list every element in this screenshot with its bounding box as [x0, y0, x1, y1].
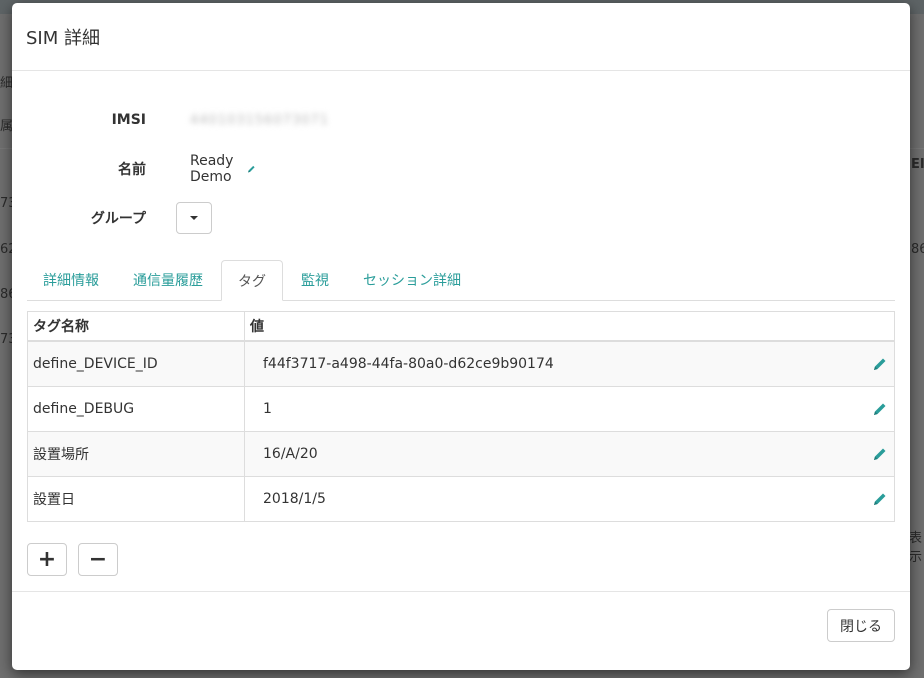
- column-header-value: 値: [244, 311, 895, 342]
- column-header-tag-name: タグ名称: [27, 311, 245, 342]
- tag-value-text: 16/A/20: [263, 446, 318, 462]
- tab-label: 通信量履歴: [133, 273, 203, 289]
- tag-value-cell: 16/A/20: [244, 431, 895, 477]
- tab-session-details[interactable]: セッション詳細: [347, 260, 477, 300]
- remove-tag-button[interactable]: −: [78, 543, 118, 576]
- table-row: define_DEBUG 1: [27, 386, 895, 432]
- tag-value-cell: f44f3717-a498-44fa-80a0-d62ce9b90174: [244, 340, 895, 387]
- edit-name-pencil-icon[interactable]: [247, 161, 256, 177]
- name-value-text: Ready Demo: [190, 153, 234, 185]
- tag-value-text: 2018/1/5: [263, 491, 326, 507]
- tag-value-text: f44f3717-a498-44fa-80a0-d62ce9b90174: [263, 356, 554, 372]
- tab-traffic-history[interactable]: 通信量履歴: [117, 260, 219, 300]
- table-row: 設置場所 16/A/20: [27, 431, 895, 477]
- group-dropdown-button[interactable]: [176, 202, 212, 234]
- tag-name-cell: 設置日: [27, 476, 245, 522]
- imsi-value-blurred: 440103156073071: [190, 112, 330, 128]
- plus-icon: +: [37, 547, 57, 572]
- group-label: グループ: [90, 211, 146, 227]
- table-row: define_DEVICE_ID f44f3717-a498-44fa-80a0…: [27, 340, 895, 387]
- tab-label: タグ: [238, 273, 266, 290]
- modal-header: SIM 詳細: [12, 3, 910, 71]
- tag-value-text: 1: [263, 401, 272, 417]
- sim-detail-modal: SIM 詳細 IMSI 440103156073071 名前 Ready Dem…: [12, 3, 910, 670]
- edit-tag-pencil-icon[interactable]: [872, 356, 888, 372]
- tag-value-cell: 1: [244, 386, 895, 432]
- background-text: EI: [911, 157, 924, 172]
- tag-value-cell: 2018/1/5: [244, 476, 895, 522]
- edit-tag-pencil-icon[interactable]: [872, 401, 888, 417]
- tag-name-cell: 設置場所: [27, 431, 245, 477]
- add-tag-button[interactable]: +: [27, 543, 67, 576]
- table-header-row: タグ名称 値: [27, 311, 895, 342]
- close-button[interactable]: 閉じる: [827, 609, 895, 642]
- name-value: Ready Demo: [190, 153, 256, 185]
- tag-name-cell: define_DEBUG: [27, 386, 245, 432]
- tag-table: タグ名称 値 define_DEVICE_ID f44f3717-a498-44…: [27, 311, 895, 522]
- edit-tag-pencil-icon[interactable]: [872, 446, 888, 462]
- tab-monitoring[interactable]: 監視: [285, 260, 345, 300]
- table-row: 設置日 2018/1/5: [27, 476, 895, 522]
- tab-label: 監視: [301, 273, 329, 289]
- detail-tabs: 詳細情報 通信量履歴 タグ 監視 セッション詳細: [27, 260, 895, 301]
- tag-name-cell: define_DEVICE_ID: [27, 340, 245, 387]
- caret-down-icon: [190, 216, 198, 220]
- imsi-value: 440103156073071: [190, 113, 329, 128]
- imsi-label: IMSI: [111, 112, 146, 128]
- tab-label: セッション詳細: [363, 273, 461, 289]
- name-label: 名前: [118, 162, 146, 178]
- background-text: 表示: [909, 531, 923, 565]
- modal-title: SIM 詳細: [26, 27, 100, 49]
- background-text: 86: [911, 242, 924, 257]
- edit-tag-pencil-icon[interactable]: [872, 491, 888, 507]
- tab-tags[interactable]: タグ: [221, 260, 283, 301]
- tab-detail-info[interactable]: 詳細情報: [27, 260, 115, 300]
- modal-footer: 閉じる: [12, 591, 910, 670]
- tab-label: 詳細情報: [43, 273, 99, 289]
- minus-icon: −: [88, 547, 108, 572]
